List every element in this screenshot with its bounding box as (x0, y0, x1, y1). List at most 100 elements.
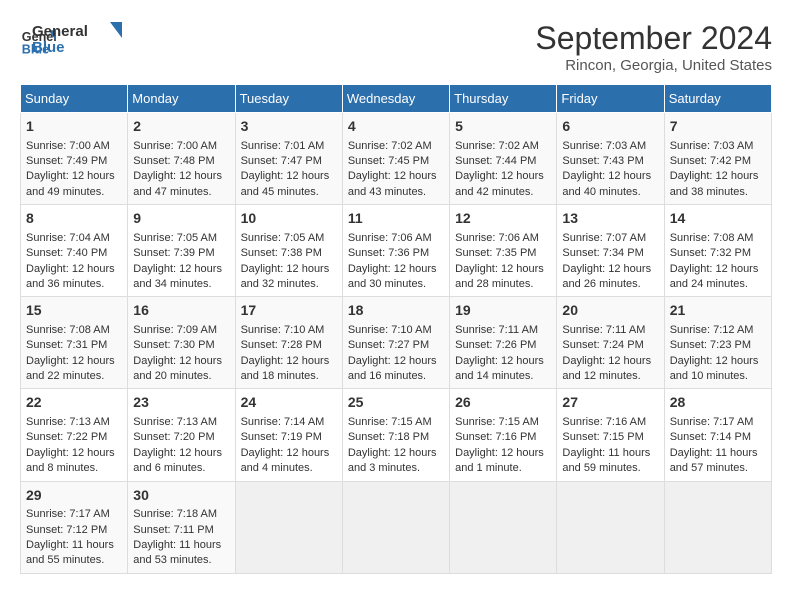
calendar-cell (664, 481, 771, 573)
daylight-text: Daylight: 12 hours (241, 355, 330, 367)
calendar-cell: 4Sunrise: 7:02 AMSunset: 7:45 PMDaylight… (342, 113, 449, 205)
sunset-text: Sunset: 7:12 PM (26, 524, 107, 536)
sunrise-text: Sunrise: 7:03 AM (562, 140, 646, 152)
calendar-cell: 23Sunrise: 7:13 AMSunset: 7:20 PMDayligh… (128, 389, 235, 481)
sunrise-text: Sunrise: 7:02 AM (455, 140, 539, 152)
daylight-text-2: and 45 minutes. (241, 186, 319, 198)
header-tuesday: Tuesday (235, 85, 342, 113)
daylight-text-2: and 1 minute. (455, 462, 522, 474)
calendar-cell: 29Sunrise: 7:17 AMSunset: 7:12 PMDayligh… (21, 481, 128, 573)
sunset-text: Sunset: 7:15 PM (562, 431, 643, 443)
sunset-text: Sunset: 7:48 PM (133, 155, 214, 167)
daylight-text-2: and 59 minutes. (562, 462, 640, 474)
daylight-text-2: and 22 minutes. (26, 370, 104, 382)
calendar-cell: 11Sunrise: 7:06 AMSunset: 7:36 PMDayligh… (342, 205, 449, 297)
calendar-cell: 10Sunrise: 7:05 AMSunset: 7:38 PMDayligh… (235, 205, 342, 297)
daylight-text: Daylight: 12 hours (348, 170, 437, 182)
daylight-text: Daylight: 12 hours (670, 355, 759, 367)
daylight-text: Daylight: 12 hours (133, 263, 222, 275)
calendar-week-row: 8Sunrise: 7:04 AMSunset: 7:40 PMDaylight… (21, 205, 772, 297)
calendar-cell: 25Sunrise: 7:15 AMSunset: 7:18 PMDayligh… (342, 389, 449, 481)
sunset-text: Sunset: 7:30 PM (133, 339, 214, 351)
sunset-text: Sunset: 7:38 PM (241, 247, 322, 259)
svg-text:General: General (32, 23, 88, 40)
daylight-text: Daylight: 12 hours (26, 263, 115, 275)
sunset-text: Sunset: 7:42 PM (670, 155, 751, 167)
sunrise-text: Sunrise: 7:01 AM (241, 140, 325, 152)
daylight-text: Daylight: 12 hours (562, 170, 651, 182)
sunset-text: Sunset: 7:45 PM (348, 155, 429, 167)
daylight-text-2: and 12 minutes. (562, 370, 640, 382)
day-number: 13 (562, 209, 658, 229)
daylight-text: Daylight: 12 hours (670, 170, 759, 182)
sunrise-text: Sunrise: 7:10 AM (348, 324, 432, 336)
daylight-text: Daylight: 12 hours (670, 263, 759, 275)
sunrise-text: Sunrise: 7:08 AM (670, 232, 754, 244)
daylight-text-2: and 16 minutes. (348, 370, 426, 382)
calendar-cell: 1Sunrise: 7:00 AMSunset: 7:49 PMDaylight… (21, 113, 128, 205)
daylight-text: Daylight: 12 hours (455, 263, 544, 275)
sunrise-text: Sunrise: 7:12 AM (670, 324, 754, 336)
calendar-cell: 22Sunrise: 7:13 AMSunset: 7:22 PMDayligh… (21, 389, 128, 481)
sunset-text: Sunset: 7:44 PM (455, 155, 536, 167)
day-number: 27 (562, 393, 658, 413)
daylight-text-2: and 10 minutes. (670, 370, 748, 382)
day-number: 11 (348, 209, 444, 229)
day-number: 2 (133, 117, 229, 137)
daylight-text-2: and 3 minutes. (348, 462, 420, 474)
sunset-text: Sunset: 7:28 PM (241, 339, 322, 351)
daylight-text-2: and 18 minutes. (241, 370, 319, 382)
sunrise-text: Sunrise: 7:15 AM (455, 416, 539, 428)
daylight-text-2: and 4 minutes. (241, 462, 313, 474)
calendar-cell: 17Sunrise: 7:10 AMSunset: 7:28 PMDayligh… (235, 297, 342, 389)
calendar-cell (342, 481, 449, 573)
calendar-cell (557, 481, 664, 573)
calendar-cell: 6Sunrise: 7:03 AMSunset: 7:43 PMDaylight… (557, 113, 664, 205)
calendar-subtitle: Rincon, Georgia, United States (535, 57, 772, 74)
page-header: General Blue General Blue September 2024… (20, 20, 772, 74)
day-number: 14 (670, 209, 766, 229)
daylight-text-2: and 47 minutes. (133, 186, 211, 198)
calendar-cell: 13Sunrise: 7:07 AMSunset: 7:34 PMDayligh… (557, 205, 664, 297)
calendar-cell: 27Sunrise: 7:16 AMSunset: 7:15 PMDayligh… (557, 389, 664, 481)
daylight-text-2: and 36 minutes. (26, 278, 104, 290)
daylight-text-2: and 40 minutes. (562, 186, 640, 198)
calendar-title: September 2024 (535, 20, 772, 57)
daylight-text-2: and 55 minutes. (26, 554, 104, 566)
daylight-text: Daylight: 12 hours (562, 263, 651, 275)
sunrise-text: Sunrise: 7:08 AM (26, 324, 110, 336)
title-area: September 2024 Rincon, Georgia, United S… (535, 20, 772, 74)
calendar-cell: 15Sunrise: 7:08 AMSunset: 7:31 PMDayligh… (21, 297, 128, 389)
sunset-text: Sunset: 7:32 PM (670, 247, 751, 259)
header-wednesday: Wednesday (342, 85, 449, 113)
daylight-text-2: and 14 minutes. (455, 370, 533, 382)
calendar-cell: 20Sunrise: 7:11 AMSunset: 7:24 PMDayligh… (557, 297, 664, 389)
sunset-text: Sunset: 7:47 PM (241, 155, 322, 167)
header-sunday: Sunday (21, 85, 128, 113)
day-number: 28 (670, 393, 766, 413)
sunset-text: Sunset: 7:23 PM (670, 339, 751, 351)
logo-svg: General Blue (32, 20, 122, 62)
calendar-cell: 19Sunrise: 7:11 AMSunset: 7:26 PMDayligh… (450, 297, 557, 389)
sunrise-text: Sunrise: 7:06 AM (455, 232, 539, 244)
header-thursday: Thursday (450, 85, 557, 113)
daylight-text: Daylight: 12 hours (133, 170, 222, 182)
sunset-text: Sunset: 7:19 PM (241, 431, 322, 443)
daylight-text-2: and 30 minutes. (348, 278, 426, 290)
daylight-text-2: and 49 minutes. (26, 186, 104, 198)
daylight-text-2: and 6 minutes. (133, 462, 205, 474)
sunset-text: Sunset: 7:36 PM (348, 247, 429, 259)
sunset-text: Sunset: 7:39 PM (133, 247, 214, 259)
day-number: 18 (348, 301, 444, 321)
calendar-cell: 18Sunrise: 7:10 AMSunset: 7:27 PMDayligh… (342, 297, 449, 389)
sunrise-text: Sunrise: 7:16 AM (562, 416, 646, 428)
daylight-text: Daylight: 12 hours (348, 447, 437, 459)
sunrise-text: Sunrise: 7:00 AM (133, 140, 217, 152)
daylight-text-2: and 28 minutes. (455, 278, 533, 290)
sunset-text: Sunset: 7:34 PM (562, 247, 643, 259)
daylight-text-2: and 8 minutes. (26, 462, 98, 474)
sunrise-text: Sunrise: 7:17 AM (670, 416, 754, 428)
calendar-week-row: 15Sunrise: 7:08 AMSunset: 7:31 PMDayligh… (21, 297, 772, 389)
day-number: 12 (455, 209, 551, 229)
sunrise-text: Sunrise: 7:05 AM (241, 232, 325, 244)
